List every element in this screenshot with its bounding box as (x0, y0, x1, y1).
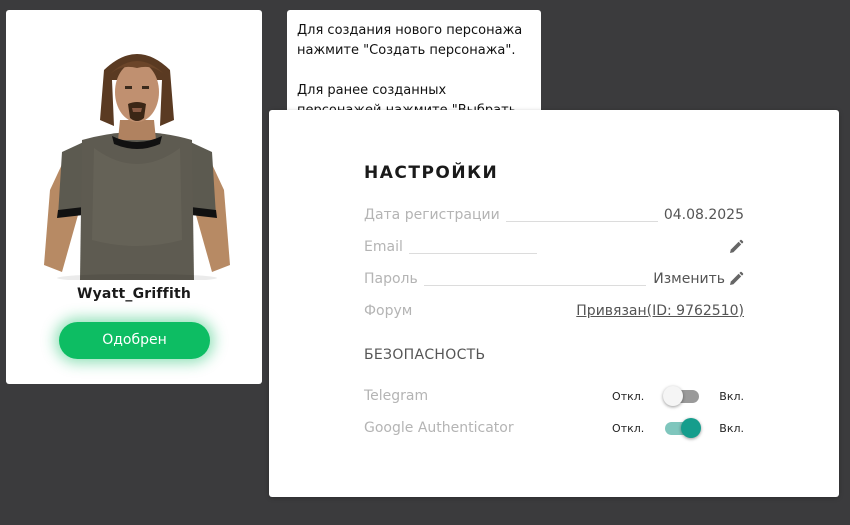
google-auth-off-label: Откл. (612, 421, 645, 435)
settings-panel: НАСТРОЙКИ Дата регистрации 04.08.2025 Em… (269, 110, 839, 497)
password-underline (423, 272, 646, 286)
email-pencil-icon[interactable] (728, 239, 744, 255)
google-auth-label: Google Authenticator (364, 420, 514, 436)
telegram-row: Telegram Откл. Вкл. (364, 384, 744, 408)
telegram-toggle[interactable] (663, 384, 701, 408)
google-auth-on-label: Вкл. (719, 421, 744, 435)
telegram-label: Telegram (364, 388, 429, 404)
telegram-toggle-knob (663, 386, 684, 406)
forum-label: Форум (364, 303, 413, 319)
password-label: Пароль (364, 271, 418, 287)
telegram-off-label: Откл. (612, 389, 645, 403)
registration-underline (505, 208, 658, 222)
registration-row: Дата регистрации 04.08.2025 (364, 203, 744, 223)
character-name: Wyatt_Griffith (76, 286, 192, 302)
character-avatar (44, 54, 230, 280)
registration-date: 04.08.2025 (663, 207, 744, 223)
google-auth-toggle-knob (681, 418, 702, 438)
status-approved-button[interactable]: Одобрен (59, 322, 210, 359)
character-card: Wyatt_Griffith Одобрен (6, 10, 262, 384)
change-password-button[interactable]: Изменить (653, 271, 744, 287)
telegram-on-label: Вкл. (719, 389, 744, 403)
settings-title: НАСТРОЙКИ (364, 163, 499, 183)
password-row: Пароль Изменить (364, 267, 744, 287)
google-auth-row: Google Authenticator Откл. Вкл. (364, 416, 744, 440)
forum-link[interactable]: Привязан(ID: 9762510) (576, 303, 744, 319)
email-underline (408, 240, 537, 254)
email-row: Email (364, 235, 744, 255)
forum-row: Форум Привязан(ID: 9762510) (364, 299, 744, 319)
google-auth-toggle[interactable] (663, 416, 702, 440)
registration-label: Дата регистрации (364, 207, 500, 223)
info-text-create: Для создания нового персонажа нажмите "С… (297, 23, 523, 58)
change-password-label: Изменить (653, 271, 725, 287)
email-label: Email (364, 239, 403, 255)
password-pencil-icon (730, 271, 744, 285)
security-title: БЕЗОПАСНОСТЬ (364, 347, 486, 363)
